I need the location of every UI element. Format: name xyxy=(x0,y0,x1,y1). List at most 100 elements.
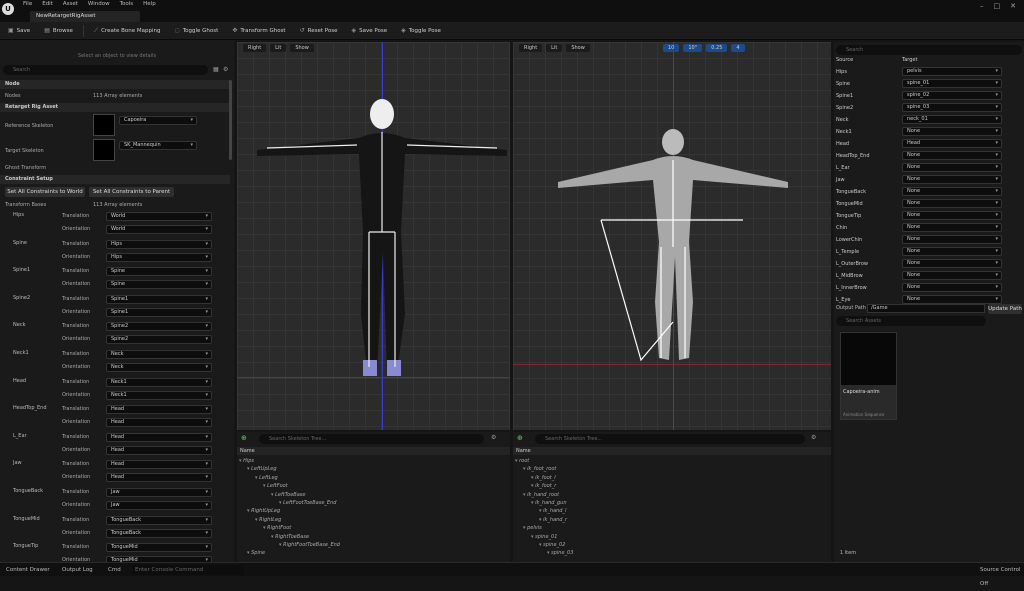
content-drawer-button[interactable]: Content Drawer xyxy=(6,563,50,577)
mapping-row[interactable]: L_Ear None xyxy=(836,162,1002,174)
orientation-dropdown[interactable]: Spine2 xyxy=(106,335,212,345)
mapping-row[interactable]: TongueMid None xyxy=(836,198,1002,210)
minimize-icon[interactable]: – xyxy=(980,2,984,10)
tree-item[interactable]: ▾ ik_hand_l xyxy=(515,507,573,515)
tree-item[interactable]: ▾ Hips xyxy=(239,457,340,465)
target-dropdown[interactable]: neck_01 xyxy=(902,115,1002,124)
mapping-row[interactable]: Head Head xyxy=(836,138,1002,150)
document-tab[interactable]: NewRetargetRigAsset xyxy=(30,11,140,22)
target-dropdown[interactable]: None xyxy=(902,151,1002,160)
tree-item[interactable]: ▾ RightFootToeBase_End xyxy=(239,541,340,549)
toolbar-create-bone-mapping-button[interactable]: ⟋ Create Bone Mapping xyxy=(88,24,167,38)
target-dropdown[interactable]: None xyxy=(902,295,1002,304)
target-dropdown[interactable]: None xyxy=(902,271,1002,280)
tree-item[interactable]: ▾ ik_foot_r xyxy=(515,482,573,490)
tree-item[interactable]: ▾ ik_foot_root xyxy=(515,465,573,473)
mapping-row[interactable]: L_InnerBrow None xyxy=(836,282,1002,294)
section-constraint-setup[interactable]: Constraint Setup xyxy=(0,175,230,184)
cmd-dropdown[interactable]: Cmd xyxy=(108,563,121,577)
mapping-search-input[interactable]: Search xyxy=(836,45,1022,55)
target-dropdown[interactable]: None xyxy=(902,247,1002,256)
tree-item[interactable]: ▾ ik_hand_root xyxy=(515,491,573,499)
toolbar-save-button[interactable]: ▣ Save xyxy=(2,24,36,38)
tree-item[interactable]: ▾ LeftLeg xyxy=(239,474,340,482)
snap-value[interactable]: 4 xyxy=(731,44,745,52)
section-retarget-rig[interactable]: Retarget Rig Asset xyxy=(0,103,230,112)
tree-item[interactable]: ▾ spine_03 xyxy=(515,549,573,557)
update-path-button[interactable]: Update Path xyxy=(988,304,1022,314)
asset-tile[interactable]: Capoeira-anim Animation Sequence xyxy=(840,332,897,420)
source-control-status[interactable]: Source Control Off xyxy=(980,563,1024,591)
tree-item[interactable]: ▾ RightLeg xyxy=(239,516,340,524)
target-dropdown[interactable]: None xyxy=(902,283,1002,292)
mapping-row[interactable]: HeadTop_End None xyxy=(836,150,1002,162)
tree-item[interactable]: ▾ ik_hand_r xyxy=(515,516,573,524)
orientation-dropdown[interactable]: TongueBack xyxy=(106,528,212,538)
translation-dropdown[interactable]: Spine2 xyxy=(106,322,212,332)
target-dropdown[interactable]: Head xyxy=(902,139,1002,148)
mapping-row[interactable]: L_OuterBrow None xyxy=(836,258,1002,270)
mapping-row[interactable]: Spine2 spine_03 xyxy=(836,102,1002,114)
tree-item[interactable]: ▾ Spine xyxy=(239,549,340,557)
mapping-row[interactable]: Neck1 None xyxy=(836,126,1002,138)
toolbar-save-pose-button[interactable]: ◈ Save Pose xyxy=(345,24,393,38)
gear-icon[interactable]: ⚙ xyxy=(491,434,496,441)
toolbar-browse-button[interactable]: ▤ Browse xyxy=(38,24,79,38)
unreal-logo-icon[interactable]: U xyxy=(2,3,14,15)
set-constraints-parent-button[interactable]: Set All Constraints to Parent xyxy=(89,187,174,197)
mapping-row[interactable]: Neck neck_01 xyxy=(836,114,1002,126)
reference-skeleton-thumbnail[interactable] xyxy=(93,114,115,136)
translation-dropdown[interactable]: Neck xyxy=(106,350,212,359)
menu-item-edit[interactable]: Edit xyxy=(37,0,58,9)
reference-character[interactable] xyxy=(237,42,510,430)
target-dropdown[interactable]: spine_02 xyxy=(902,91,1002,100)
asset-search-input[interactable]: Search Assets xyxy=(836,316,986,326)
tree-item[interactable]: ▾ root xyxy=(515,457,573,465)
mapping-row[interactable]: Spine1 spine_02 xyxy=(836,90,1002,102)
mapping-row[interactable]: Hips pelvis xyxy=(836,66,1002,78)
translation-dropdown[interactable]: Head xyxy=(106,432,212,442)
target-skeleton-dropdown[interactable]: SK_Mannequin xyxy=(119,141,197,150)
target-dropdown[interactable]: spine_03 xyxy=(902,103,1002,112)
tree-item[interactable]: ▾ spine_02 xyxy=(515,541,573,549)
viewport-lit-button[interactable]: Lit xyxy=(270,44,287,52)
mapping-row[interactable]: Spine spine_01 xyxy=(836,78,1002,90)
console-input[interactable]: Enter Console Command xyxy=(132,565,244,575)
set-constraints-world-button[interactable]: Set All Constraints to World xyxy=(5,187,85,197)
section-node[interactable]: Node xyxy=(0,80,230,89)
orientation-dropdown[interactable]: Jaw xyxy=(106,501,212,510)
tree-item[interactable]: ▾ pelvis xyxy=(515,524,573,532)
reference-skeleton-dropdown[interactable]: Capoeira xyxy=(119,116,197,125)
target-skeleton-thumbnail[interactable] xyxy=(93,139,115,161)
translation-dropdown[interactable]: TongueBack xyxy=(106,515,212,525)
target-dropdown[interactable]: None xyxy=(902,163,1002,172)
toolbar-toggle-pose-button[interactable]: ◈ Toggle Pose xyxy=(395,24,447,38)
viewport-reference[interactable]: Right Lit Show xyxy=(237,42,510,430)
target-dropdown[interactable]: None xyxy=(902,259,1002,268)
viewport-show-button[interactable]: Show xyxy=(566,44,590,52)
toolbar-toggle-ghost-button[interactable]: ◌ Toggle Ghost xyxy=(168,24,224,38)
orientation-dropdown[interactable]: Hips xyxy=(106,252,212,262)
snap-value[interactable]: 10° xyxy=(683,44,703,52)
snap-value[interactable]: 0.25 xyxy=(706,44,728,52)
mapping-row[interactable]: L_Temple None xyxy=(836,246,1002,258)
target-character[interactable] xyxy=(513,42,831,430)
target-dropdown[interactable]: None xyxy=(902,187,1002,196)
translation-dropdown[interactable]: Neck1 xyxy=(106,377,212,387)
menu-item-window[interactable]: Window xyxy=(83,0,115,9)
tree-item[interactable]: ▾ RightFoot xyxy=(239,524,340,532)
orientation-dropdown[interactable]: Neck1 xyxy=(106,390,212,400)
output-path-input[interactable]: /Game xyxy=(867,304,985,313)
details-search-input[interactable]: Search xyxy=(3,65,208,75)
orientation-dropdown[interactable]: Head xyxy=(106,445,212,455)
target-dropdown[interactable]: spine_01 xyxy=(902,79,1002,88)
tree-item[interactable]: ▾ LeftFootToeBase_End xyxy=(239,499,340,507)
orientation-dropdown[interactable]: Spine1 xyxy=(106,307,212,317)
translation-dropdown[interactable]: Head xyxy=(106,460,212,470)
mapping-row[interactable]: LowerChin None xyxy=(836,234,1002,246)
tree-search-input[interactable]: Search Skeleton Tree... xyxy=(535,434,805,444)
translation-dropdown[interactable]: Spine xyxy=(106,267,212,277)
viewport-lit-button[interactable]: Lit xyxy=(546,44,563,52)
translation-dropdown[interactable]: Jaw xyxy=(106,488,212,497)
orientation-dropdown[interactable]: World xyxy=(106,225,212,234)
